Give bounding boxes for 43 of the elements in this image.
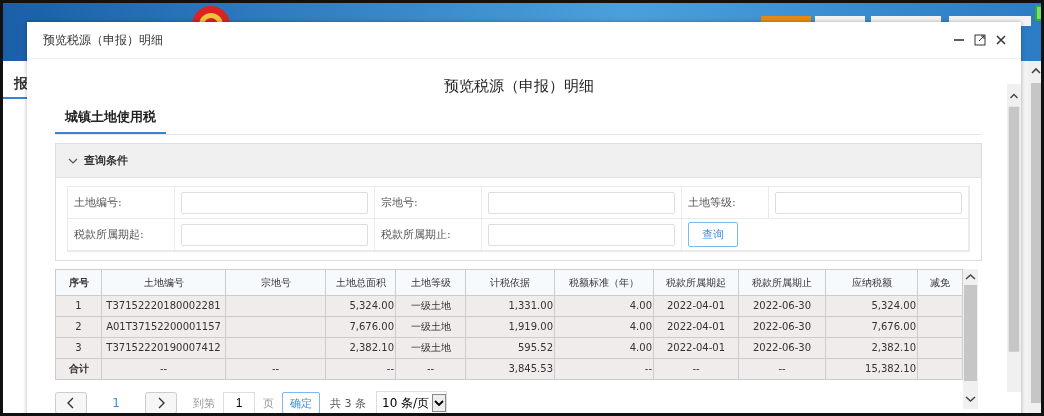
page-input[interactable]: 1	[223, 392, 255, 413]
column-header: 计税依据	[465, 269, 555, 296]
input-field[interactable]	[181, 223, 368, 246]
field-label: 税款所属期止:	[375, 219, 482, 251]
column-header: 土地等级	[395, 269, 466, 296]
column-header: 土地编号	[101, 269, 226, 296]
battery-icon	[1035, 5, 1041, 21]
page-size-select[interactable]: 10 条/页	[376, 391, 448, 413]
input-field[interactable]	[181, 191, 368, 214]
dialog-title: 预览税源（申报）明细	[43, 31, 163, 49]
page-number[interactable]: 1	[87, 396, 145, 410]
panel-title[interactable]: 查询条件	[84, 153, 128, 168]
next-button[interactable]	[145, 392, 177, 413]
field-label: 宗地号:	[375, 187, 482, 219]
column-header: 税款所属期起	[653, 269, 739, 296]
field-label: 税款所属期起:	[68, 219, 175, 251]
column-header: 税款所属期止	[738, 269, 826, 296]
tab[interactable]: 城镇土地使用税	[55, 104, 166, 134]
maximize-icon[interactable]	[974, 34, 986, 46]
page-heading: 预览税源（申报）明细	[442, 76, 595, 97]
column-header: 序号	[55, 269, 102, 296]
column-header: 土地总面积	[325, 269, 396, 296]
record-count: 共 3 条	[330, 395, 366, 411]
page-unit: 页	[263, 395, 274, 411]
field-label: 土地等级:	[682, 187, 769, 219]
input-field[interactable]	[775, 191, 962, 214]
previous-button[interactable]	[55, 392, 87, 413]
confirm-button[interactable]: 确定	[282, 392, 320, 413]
dropdown-icon[interactable]	[432, 394, 447, 412]
close-icon[interactable]	[995, 34, 1007, 46]
field-label: 土地编号:	[68, 187, 175, 219]
column-header: 应纳税额	[825, 269, 918, 296]
table-cell: 1	[55, 295, 102, 317]
input-field[interactable]	[488, 223, 675, 246]
table-cell: 2	[55, 316, 102, 338]
table-cell: 3	[55, 337, 102, 359]
table-cell: 合计	[55, 358, 102, 380]
input-field[interactable]	[488, 191, 675, 214]
column-header: 减免	[917, 269, 963, 296]
search-button[interactable]: 查询	[688, 222, 738, 247]
goto-label: 到第	[193, 395, 215, 411]
column-header: 宗地号	[225, 269, 326, 296]
column-header: 税额标准（年）	[554, 269, 654, 296]
